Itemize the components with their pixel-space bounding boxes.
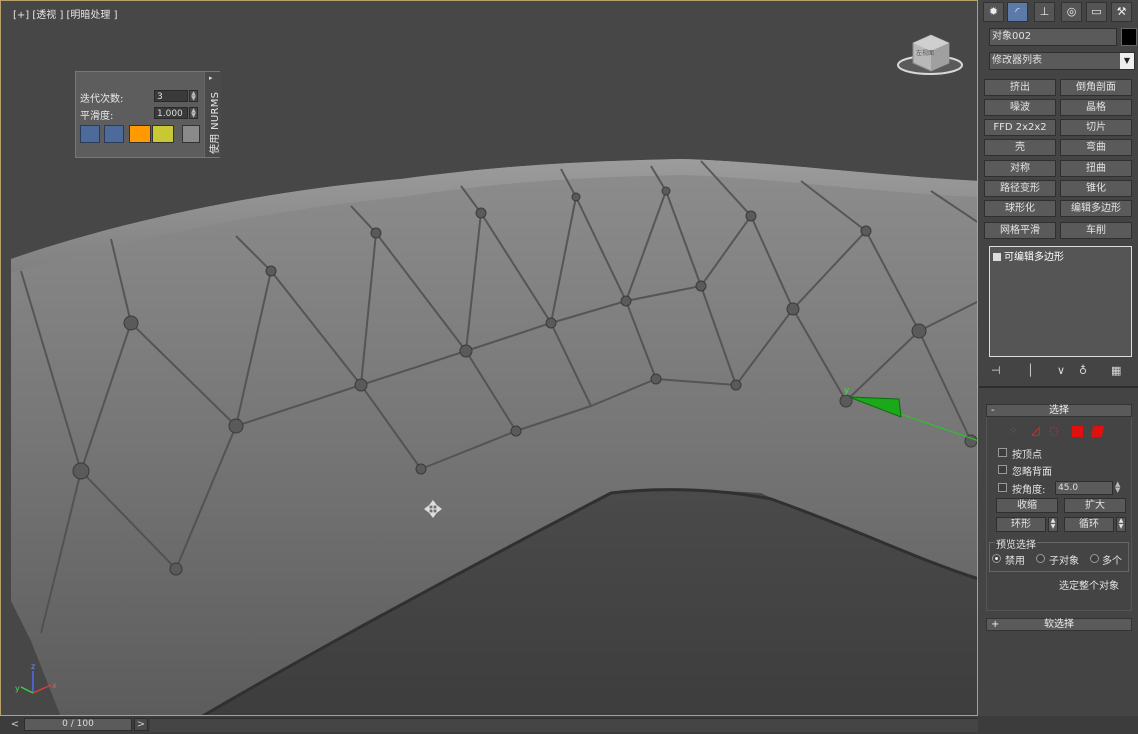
object-color-swatch[interactable] xyxy=(1121,28,1137,46)
collapse-minus-icon[interactable]: - xyxy=(991,405,995,416)
preview-disabled-label: 禁用 xyxy=(1005,556,1025,567)
isoline-icon[interactable] xyxy=(104,125,124,143)
select-whole-object-label[interactable]: 选定整个对象 xyxy=(1059,577,1119,592)
vertex-subobject-icon[interactable]: ⁘ xyxy=(1009,424,1018,437)
preview-multi-label: 多个 xyxy=(1102,556,1122,567)
modifier-taper-button[interactable]: 锥化 xyxy=(1060,180,1132,197)
remove-modifier-icon[interactable]: ♁ xyxy=(1079,364,1087,377)
modify-icon[interactable]: ◜ xyxy=(1007,2,1028,22)
modifier-stack[interactable]: 可编辑多边形 xyxy=(989,246,1132,357)
iterations-label: 迭代次数: xyxy=(80,94,124,105)
shrink-button[interactable]: 收缩 xyxy=(996,498,1058,513)
modifier-slice-button[interactable]: 切片 xyxy=(1060,119,1132,136)
modifier-ffd-button[interactable]: FFD 2x2x2 xyxy=(984,119,1056,136)
modifier-shell-button[interactable]: 壳 xyxy=(984,139,1056,156)
object-name-field[interactable]: 对象002 xyxy=(989,28,1117,46)
ignore-backfacing-label: 忽略背面 xyxy=(1012,467,1052,478)
show-cage-icon[interactable] xyxy=(80,125,100,143)
modifier-bevel-profile-button[interactable]: 倒角剖面 xyxy=(1060,79,1132,96)
expand-plus-icon[interactable] xyxy=(993,253,1001,261)
time-slider[interactable]: 0 / 100 xyxy=(24,718,132,731)
smoothness-spinner[interactable]: 1.000 xyxy=(154,107,188,119)
modifier-list-label: 修改器列表 xyxy=(992,55,1042,66)
make-unique-icon[interactable]: ∨ xyxy=(1057,364,1065,377)
panel-divider xyxy=(979,386,1138,388)
loop-button[interactable]: 循环 xyxy=(1064,517,1114,532)
modifier-edit-poly-button[interactable]: 编辑多边形 xyxy=(1060,200,1132,217)
prev-frame-button[interactable]: < xyxy=(8,718,22,731)
stack-item-editable-poly[interactable]: 可编辑多边形 xyxy=(993,248,1064,263)
perspective-viewport[interactable]: y z x y 左视面 [+] [透视 ] [明暗处理 ] 迭代次数: 3 ▲ … xyxy=(0,0,978,716)
preview-disabled-radio[interactable] xyxy=(992,554,1001,563)
modifier-meshsmooth-button[interactable]: 网格平滑 xyxy=(984,222,1056,239)
modifier-path-deform-button[interactable]: 路径变形 xyxy=(984,180,1056,197)
apply-nurms-icon[interactable] xyxy=(182,125,200,143)
svg-text:z: z xyxy=(31,662,35,671)
modifier-symmetry-button[interactable]: 对称 xyxy=(984,160,1056,177)
angle-spinner-arrows[interactable]: ▲ ▼ xyxy=(1115,481,1120,494)
ring-spinner-arrows[interactable]: ▲ ▼ xyxy=(1048,517,1058,532)
selection-title: 选择 xyxy=(1049,405,1069,416)
motion-icon[interactable]: ◎ xyxy=(1061,2,1082,22)
next-frame-button[interactable]: > xyxy=(134,718,148,731)
viewcube-label: 左视面 xyxy=(916,49,934,57)
use-nurms-label: 使用 NURMS xyxy=(210,91,221,154)
timeline-track[interactable] xyxy=(150,718,978,732)
loop-spinner-arrows[interactable]: ▲ ▼ xyxy=(1116,517,1126,532)
pin-stack-icon[interactable]: ⊣ xyxy=(991,364,1001,377)
utilities-icon[interactable]: ⚒ xyxy=(1111,2,1132,22)
edge-subobject-icon[interactable]: ◿ xyxy=(1031,424,1039,437)
svg-text:y: y xyxy=(15,684,20,693)
modifier-spherify-button[interactable]: 球形化 xyxy=(984,200,1056,217)
command-panel: ✹ ◜ ⊥ ◎ ▭ ⚒ 对象002 修改器列表 ▼ 挤出 倒角剖面 噪波 晶格 … xyxy=(979,0,1138,716)
configure-modifier-sets-icon[interactable]: ▦ xyxy=(1111,364,1121,377)
modifier-noise-button[interactable]: 噪波 xyxy=(984,99,1056,116)
modifier-lattice-button[interactable]: 晶格 xyxy=(1060,99,1132,116)
nurms-caddy: 迭代次数: 3 ▲ ▼ 平滑度: 1.000 ▲ ▼ ▸ 使用 NURMS xyxy=(75,71,221,158)
svg-text:x: x xyxy=(52,681,57,690)
ring-button[interactable]: 环形 xyxy=(996,517,1046,532)
by-vertex-label: 按顶点 xyxy=(1012,450,1042,461)
modifier-list-dropdown[interactable]: 修改器列表 ▼ xyxy=(989,52,1135,70)
create-icon[interactable]: ✹ xyxy=(983,2,1004,22)
viewport-label[interactable]: [+] [透视 ] [明暗处理 ] xyxy=(13,6,118,21)
smoothness-spinner-arrows[interactable]: ▲ ▼ xyxy=(189,107,198,119)
stack-item-label: 可编辑多边形 xyxy=(1004,252,1064,263)
preview-multi-radio[interactable] xyxy=(1090,554,1099,563)
cage-color-swatch-yellow[interactable] xyxy=(152,125,174,143)
by-angle-checkbox[interactable] xyxy=(998,483,1007,492)
display-icon[interactable]: ▭ xyxy=(1086,2,1107,22)
by-angle-label: 按角度: xyxy=(1012,485,1046,496)
show-end-result-icon[interactable]: │ xyxy=(1027,364,1034,377)
polygon-subobject-icon[interactable] xyxy=(1072,426,1083,437)
modifier-twist-button[interactable]: 扭曲 xyxy=(1060,160,1132,177)
by-vertex-checkbox[interactable] xyxy=(998,448,1007,457)
hierarchy-icon[interactable]: ⊥ xyxy=(1034,2,1055,22)
soft-selection-title: 软选择 xyxy=(1044,619,1074,630)
chevron-down-icon[interactable]: ▼ xyxy=(1120,53,1134,69)
modifier-bend-button[interactable]: 弯曲 xyxy=(1060,139,1132,156)
modifier-extrude-button[interactable]: 挤出 xyxy=(984,79,1056,96)
angle-spinner[interactable]: 45.0 xyxy=(1055,481,1113,495)
grow-button[interactable]: 扩大 xyxy=(1064,498,1126,513)
selection-rollout-header[interactable]: - 选择 xyxy=(986,404,1132,417)
soft-selection-rollout-header[interactable]: + 软选择 xyxy=(986,618,1132,631)
iterations-spinner[interactable]: 3 xyxy=(154,90,188,102)
smoothness-label: 平滑度: xyxy=(80,111,114,122)
ignore-backfacing-checkbox[interactable] xyxy=(998,465,1007,474)
iterations-spinner-arrows[interactable]: ▲ ▼ xyxy=(189,90,198,102)
time-slider-bar: < 0 / 100 > xyxy=(0,716,1138,734)
panel-expand-arrow-icon[interactable]: ▸ xyxy=(209,74,213,82)
nurms-vertical-tab[interactable]: ▸ 使用 NURMS xyxy=(204,72,221,157)
cage-color-swatch-orange[interactable] xyxy=(129,125,151,143)
element-subobject-icon[interactable] xyxy=(1090,426,1105,437)
preview-selection-title: 预览选择 xyxy=(995,536,1037,551)
preview-subobject-radio[interactable] xyxy=(1036,554,1045,563)
svg-text:y: y xyxy=(844,386,850,396)
border-subobject-icon[interactable]: ◌ xyxy=(1049,424,1059,437)
expand-plus-icon[interactable]: + xyxy=(991,619,999,630)
modifier-lathe-button[interactable]: 车削 xyxy=(1060,222,1132,239)
preview-subobject-label: 子对象 xyxy=(1049,556,1079,567)
